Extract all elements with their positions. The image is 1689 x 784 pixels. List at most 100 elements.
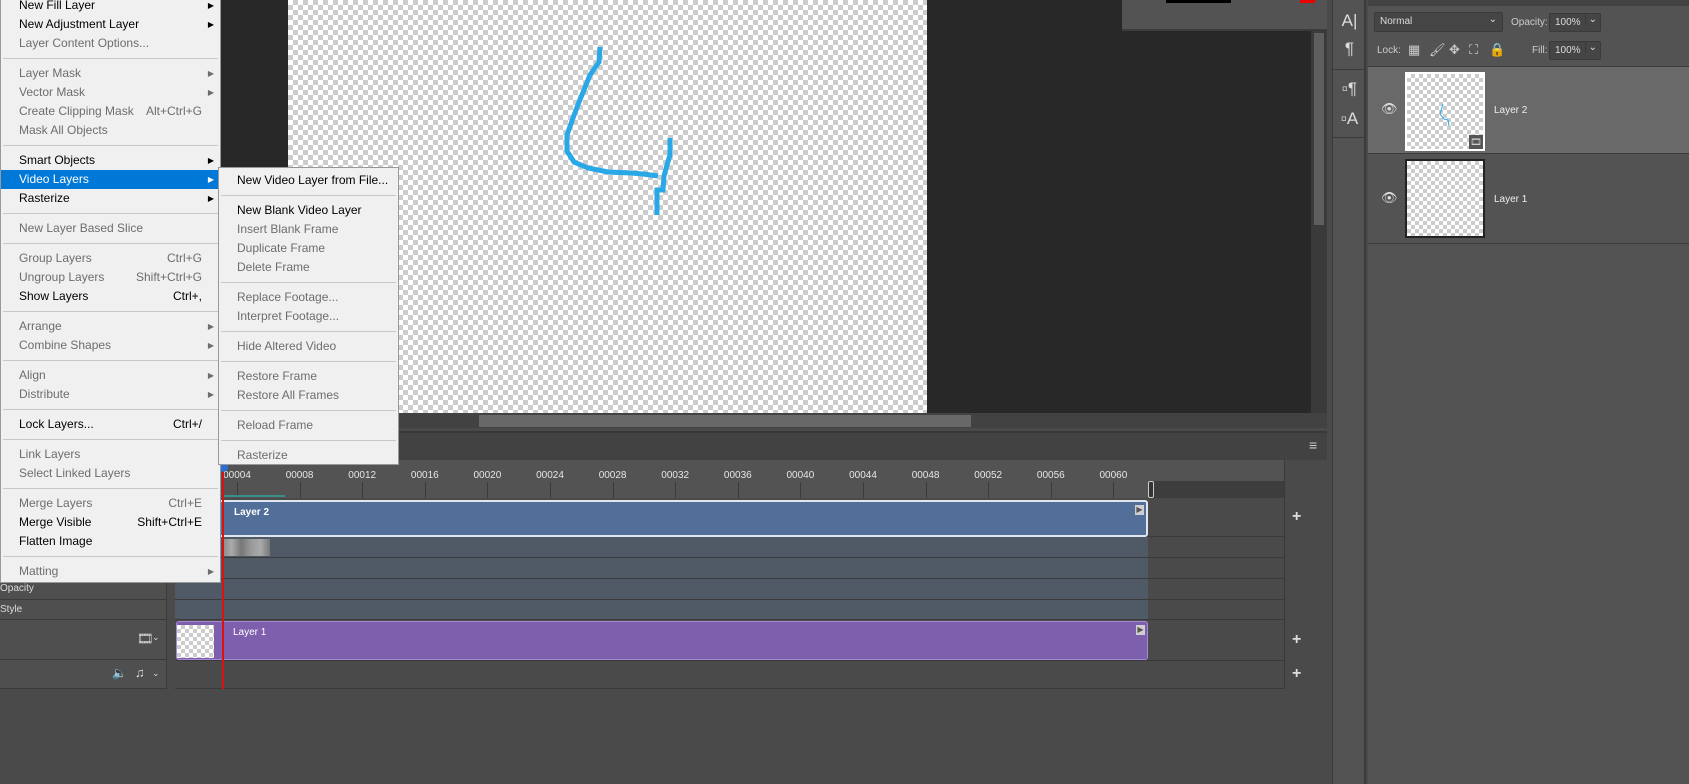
menu-item-vector-mask[interactable]: Vector Mask ▶	[1, 83, 220, 102]
menu-item-combine-shapes[interactable]: Combine Shapes ▶	[1, 336, 220, 355]
add-media-button[interactable]: +	[1292, 631, 1301, 649]
menu-shortcut: Ctrl+G	[166, 251, 202, 265]
menu-item-label: Align	[19, 368, 46, 382]
submenu-arrow-icon: ▶	[207, 567, 214, 576]
layer-row-layer1[interactable]: 👁 Layer 1	[1368, 154, 1689, 244]
menu-separator	[1, 208, 220, 219]
menu-item-reload-frame[interactable]: Reload Frame	[219, 416, 398, 435]
menu-item-ungroup-layers[interactable]: Ungroup Layers Shift+Ctrl+G	[1, 268, 220, 287]
panel-menu-icon[interactable]: ≡	[1309, 437, 1317, 453]
chevron-down-icon[interactable]: ⌄	[152, 632, 160, 643]
fill-input[interactable]: 100% ⌄	[1549, 41, 1601, 60]
lock-position-icon[interactable]: ✥	[1449, 42, 1460, 58]
timeline-ruler[interactable]: 00004 00008 00012 00016 00020 00024 00028 00032…	[175, 460, 1284, 498]
work-area-end-handle[interactable]	[1148, 481, 1154, 498]
menu-item-new-layer-based-slice[interactable]: New Layer Based Slice	[1, 219, 220, 238]
menu-separator	[1, 140, 220, 151]
menu-item-lock-layers[interactable]: Lock Layers... Ctrl+/	[1, 415, 220, 434]
submenu-arrow-icon: ▶	[207, 390, 214, 399]
fill-label: Fill:	[1532, 45, 1548, 56]
menu-item-interpret-footage[interactable]: Interpret Footage...	[219, 307, 398, 326]
menu-separator	[1, 483, 220, 494]
menu-item-mask-all-objects[interactable]: Mask All Objects	[1, 121, 220, 140]
menu-item-new-blank-video-layer[interactable]: New Blank Video Layer	[219, 201, 398, 220]
submenu-arrow-icon: ▶	[207, 1, 214, 10]
play-icon[interactable]: ▶	[1135, 505, 1144, 515]
menu-shortcut: Shift+Ctrl+E	[137, 515, 202, 529]
paragraph-styles-icon[interactable]: ▫¶	[1333, 79, 1366, 99]
menu-item-rasterize[interactable]: Rasterize ▶	[1, 189, 220, 208]
menu-shortcut: Ctrl+E	[168, 496, 202, 510]
add-media-button[interactable]: +	[1292, 508, 1301, 526]
menu-item-layer-content-options[interactable]: Layer Content Options...	[1, 34, 220, 53]
frame-thumbnails	[222, 539, 270, 556]
clip-layer2[interactable]: Layer 2 ▶	[176, 500, 1148, 537]
lock-artboard-icon[interactable]: ⛶	[1469, 42, 1478, 58]
character-styles-icon[interactable]: ▫A	[1333, 109, 1366, 129]
menu-item-video-layers[interactable]: Video Layers ▶	[1, 170, 220, 189]
music-note-icon[interactable]: ♫	[135, 665, 145, 680]
menu-item-select-linked-layers[interactable]: Select Linked Layers	[1, 464, 220, 483]
speaker-icon[interactable]: 🔈	[112, 666, 127, 680]
horizontal-scroll-thumb[interactable]	[479, 415, 971, 427]
video-layers-submenu: New Video Layer from File... New Blank Vi…	[218, 167, 399, 465]
menu-item-replace-footage[interactable]: Replace Footage...	[219, 288, 398, 307]
layer-row-layer2[interactable]: 👁 🎞 Layer 2	[1368, 66, 1689, 154]
clip-layer1[interactable]: Layer 1 ▶	[176, 621, 1148, 660]
menu-item-restore-frame[interactable]: Restore Frame	[219, 367, 398, 386]
menu-item-show-layers[interactable]: Show Layers Ctrl+,	[1, 287, 220, 306]
lock-transparent-pixels-icon[interactable]: ▦	[1408, 42, 1420, 58]
visibility-eye-icon[interactable]: 👁	[1381, 101, 1398, 117]
layer-menu: New Fill Layer ▶ New Adjustment Layer ▶ Laye…	[0, 0, 221, 583]
menu-shortcut: Ctrl+,	[172, 289, 202, 303]
chevron-down-icon[interactable]: ⌄	[152, 668, 160, 679]
ruler-label: 00052	[974, 470, 1003, 481]
menu-item-duplicate-frame[interactable]: Duplicate Frame	[219, 239, 398, 258]
menu-item-rasterize[interactable]: Rasterize	[219, 446, 398, 465]
menu-item-merge-layers[interactable]: Merge Layers Ctrl+E	[1, 494, 220, 513]
menu-item-distribute[interactable]: Distribute ▶	[1, 385, 220, 404]
opacity-input[interactable]: 100% ⌄	[1549, 13, 1601, 32]
menu-item-delete-frame[interactable]: Delete Frame	[219, 258, 398, 277]
menu-item-restore-all-frames[interactable]: Restore All Frames	[219, 386, 398, 405]
play-icon[interactable]: ▶	[1136, 625, 1145, 635]
vertical-scroll-thumb[interactable]	[1314, 33, 1324, 225]
menu-item-label: Reload Frame	[237, 418, 314, 432]
menu-item-insert-blank-frame[interactable]: Insert Blank Frame	[219, 220, 398, 239]
paragraph-panel-icon[interactable]: ¶	[1333, 39, 1366, 59]
playhead[interactable]	[222, 460, 224, 689]
layer-name[interactable]: Layer 2	[1494, 105, 1527, 116]
character-panel-icon[interactable]: A|	[1333, 11, 1366, 31]
menu-item-label: Layer Content Options...	[19, 36, 150, 50]
menu-item-group-layers[interactable]: Group Layers Ctrl+G	[1, 249, 220, 268]
layer-name[interactable]: Layer 1	[1494, 194, 1527, 205]
submenu-arrow-icon: ▶	[207, 69, 214, 78]
menu-item-new-fill-layer[interactable]: New Fill Layer ▶	[1, 0, 220, 15]
chevron-down-icon[interactable]: ⌄	[1584, 14, 1597, 25]
menu-item-layer-mask[interactable]: Layer Mask ▶	[1, 64, 220, 83]
visibility-eye-icon[interactable]: 👁	[1381, 190, 1398, 206]
menu-item-label: Smart Objects	[19, 153, 96, 167]
menu-item-arrange[interactable]: Arrange ▶	[1, 317, 220, 336]
menu-item-link-layers[interactable]: Link Layers	[1, 445, 220, 464]
menu-item-new-video-layer-from-file[interactable]: New Video Layer from File...	[219, 171, 398, 190]
lock-image-pixels-icon[interactable]: 🖌	[1429, 42, 1446, 58]
submenu-arrow-icon: ▶	[207, 322, 214, 331]
menu-separator	[1, 551, 220, 562]
ruler-tick	[487, 482, 489, 498]
menu-item-merge-visible[interactable]: Merge Visible Shift+Ctrl+E	[1, 513, 220, 532]
menu-item-new-adjustment-layer[interactable]: New Adjustment Layer ▶	[1, 15, 220, 34]
add-audio-button[interactable]: +	[1292, 665, 1301, 683]
menu-item-create-clipping-mask[interactable]: Create Clipping Mask Alt+Ctrl+G	[1, 102, 220, 121]
lock-all-icon[interactable]: 🔒	[1489, 42, 1505, 58]
chevron-down-icon[interactable]: ⌄	[1584, 42, 1597, 53]
menu-item-flatten-image[interactable]: Flatten Image	[1, 532, 220, 551]
menu-item-smart-objects[interactable]: Smart Objects ▶	[1, 151, 220, 170]
ruler-tick	[800, 482, 802, 498]
menu-item-align[interactable]: Align ▶	[1, 366, 220, 385]
menu-item-hide-altered-video[interactable]: Hide Altered Video	[219, 337, 398, 356]
ruler-label: 00060	[1099, 470, 1128, 481]
menu-item-matting[interactable]: Matting ▶	[1, 562, 220, 581]
blend-mode-select[interactable]: Normal ⌄	[1374, 12, 1503, 32]
menu-item-label: New Layer Based Slice	[19, 221, 144, 235]
